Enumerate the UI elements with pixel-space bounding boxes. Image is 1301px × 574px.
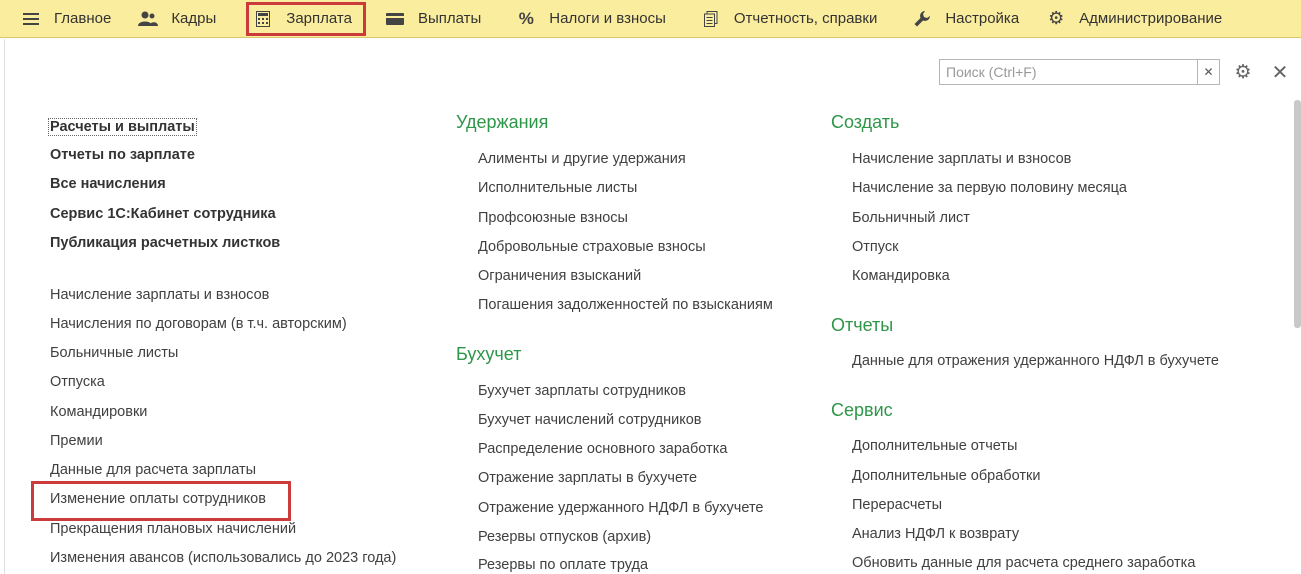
scrollbar-thumb[interactable] — [1294, 100, 1301, 328]
nav-link[interactable]: Отпуска — [50, 374, 105, 390]
highlight-box — [31, 481, 291, 521]
nav-link-bold[interactable]: Все начисления — [50, 176, 166, 192]
nav-link[interactable]: Больничные листы — [50, 345, 178, 361]
nav-link[interactable]: Начисление зарплаты и взносов — [852, 151, 1071, 167]
section-header: Создать — [831, 112, 900, 132]
search-box: Поиск (Ctrl+F) ✕ — [939, 59, 1220, 85]
nav-link[interactable]: Перерасчеты — [852, 497, 942, 513]
nav-link[interactable]: Дополнительные обработки — [852, 468, 1040, 484]
nav-link[interactable]: Отпуск — [852, 239, 898, 255]
nav-link[interactable]: Командировка — [852, 268, 950, 284]
calculator-icon — [252, 10, 274, 27]
nav-link[interactable]: Начисление за первую половину месяца — [852, 180, 1127, 196]
settings-gear-icon[interactable]: ⚙ — [1232, 61, 1254, 83]
nav-link[interactable]: Обновить данные для расчета среднего зар… — [852, 555, 1195, 571]
menu-item-label: Настройка — [945, 10, 1020, 27]
nav-link[interactable]: Распределение основного заработка — [478, 441, 727, 457]
menu-item-label: Отчетность, справки — [733, 10, 878, 27]
nav-link-bold[interactable]: Публикация расчетных листков — [50, 235, 280, 251]
section-header: Удержания — [456, 112, 549, 132]
close-icon[interactable]: ✕ — [1269, 61, 1291, 84]
nav-link[interactable]: Погашения задолженностей по взысканиям — [478, 297, 773, 313]
nav-link[interactable]: Отражение зарплаты в бухучете — [478, 470, 697, 486]
menu-item-label: Главное — [54, 10, 112, 27]
hamburger-icon — [20, 12, 42, 26]
menu-item-administration[interactable]: ⚙ Администрирование — [1035, 0, 1232, 38]
nav-link[interactable]: Данные для отражения удержанного НДФЛ в … — [852, 353, 1219, 369]
menu-item-taxes[interactable]: % Налоги и взносы — [505, 0, 676, 38]
menu-item-label: Кадры — [171, 10, 217, 27]
nav-link[interactable]: Резервы отпусков (архив) — [478, 529, 651, 545]
menu-item-payments[interactable]: Выплаты — [374, 0, 491, 38]
nav-link[interactable]: Командировки — [50, 404, 147, 420]
nav-link-bold[interactable]: Сервис 1С:Кабинет сотрудника — [50, 206, 276, 222]
nav-link[interactable]: Алименты и другие удержания — [478, 151, 686, 167]
menu-item-label: Налоги и взносы — [549, 10, 666, 27]
documents-icon — [700, 10, 722, 27]
nav-link[interactable]: Добровольные страховые взносы — [478, 239, 706, 255]
menu-item-staff[interactable]: Кадры — [127, 0, 226, 38]
nav-link[interactable]: Бухучет зарплаты сотрудников — [478, 383, 686, 399]
menu-item-label: Администрирование — [1079, 10, 1223, 27]
nav-link[interactable]: Данные для расчета зарплаты — [50, 462, 256, 478]
menu-item-settings[interactable]: Настройка — [901, 0, 1029, 38]
nav-link[interactable]: Начисление зарплаты и взносов — [50, 287, 269, 303]
menu-item-salary[interactable]: Зарплата — [244, 0, 368, 38]
menu-item-main[interactable]: Главное — [10, 0, 121, 38]
search-input[interactable]: Поиск (Ctrl+F) — [939, 59, 1197, 85]
nav-link[interactable]: Резервы по оплате труда — [478, 557, 648, 573]
section-menu-bar: Главное Кадры Зарплата Выплаты % Налоги и… — [0, 0, 1301, 38]
nav-link[interactable]: Премии — [50, 433, 103, 449]
menu-item-reports[interactable]: Отчетность, справки — [690, 0, 887, 38]
people-icon — [137, 11, 159, 27]
menu-item-label: Выплаты — [417, 10, 482, 27]
nav-link-bold[interactable]: Отчеты по зарплате — [50, 147, 195, 163]
nav-link[interactable]: Больничный лист — [852, 210, 970, 226]
clear-icon[interactable]: ✕ — [1197, 59, 1220, 85]
gear-icon: ⚙ — [1048, 8, 1065, 28]
nav-link[interactable]: Исполнительные листы — [478, 180, 637, 196]
nav-link-bold[interactable]: Расчеты и выплаты — [48, 118, 197, 136]
section-header: Бухучет — [456, 344, 522, 364]
nav-link[interactable]: Дополнительные отчеты — [852, 438, 1017, 454]
nav-link[interactable]: Начисления по договорам (в т.ч. авторски… — [50, 316, 347, 332]
nav-link[interactable]: Анализ НДФЛ к возврату — [852, 526, 1019, 542]
section-header: Сервис — [831, 400, 893, 420]
section-header: Отчеты — [831, 315, 894, 335]
nav-link[interactable]: Отражение удержанного НДФЛ в бухучете — [478, 500, 763, 516]
nav-link[interactable]: Бухучет начислений сотрудников — [478, 412, 701, 428]
nav-link[interactable]: Профсоюзные взносы — [478, 210, 628, 226]
wallet-icon — [384, 12, 406, 25]
percent-icon: % — [518, 8, 534, 28]
nav-link[interactable]: Изменения авансов (использовались до 202… — [50, 550, 396, 566]
nav-link[interactable]: Ограничения взысканий — [478, 268, 641, 284]
scrollbar[interactable] — [1294, 100, 1301, 574]
wrench-icon — [911, 10, 933, 27]
menu-item-label: Зарплата — [286, 10, 352, 27]
nav-link[interactable]: Прекращения плановых начислений — [50, 521, 296, 537]
